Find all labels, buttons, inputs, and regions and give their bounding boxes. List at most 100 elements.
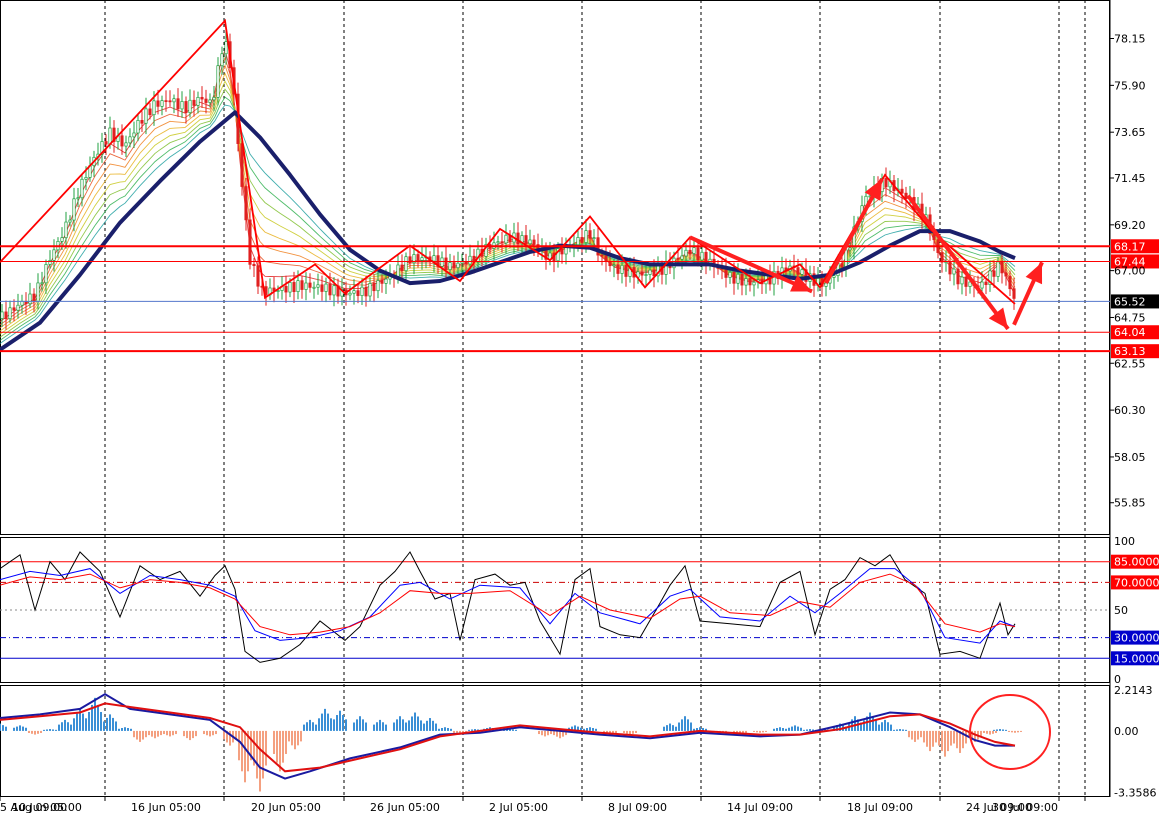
stoch-level-label-15.0000: 15.0000	[1114, 652, 1159, 665]
macd-hist-bar	[13, 727, 15, 731]
candle-body	[108, 127, 112, 145]
candle-body	[832, 275, 836, 278]
candle-body	[52, 249, 56, 261]
candle-body	[420, 257, 424, 261]
macd-hist-bar	[100, 712, 102, 731]
candle-body	[360, 286, 364, 296]
candle-body	[300, 280, 304, 290]
macd-hist-bar	[550, 730, 552, 735]
macd-hist-bar	[926, 730, 928, 747]
stoch-level-label-70.0000: 70.0000	[1114, 576, 1159, 589]
macd-hist-bar	[626, 730, 628, 734]
candle-body	[696, 247, 700, 261]
macd-hist-bar	[139, 730, 141, 742]
macd-hist-bar	[256, 730, 258, 779]
candle-body	[80, 178, 84, 199]
macd-hist-bar	[142, 730, 144, 740]
price-tick-label: 58.05	[1114, 451, 1146, 464]
candle-body	[900, 188, 904, 194]
chart-root: 68.17 67.44 64.04 63.13 65.52 78.15 75.90 73.65…	[0, 0, 1159, 816]
candle-body	[308, 282, 312, 288]
macd-hist-bar	[920, 730, 922, 738]
candle-body	[256, 265, 260, 287]
macd-hist-bar	[379, 719, 381, 731]
candle-body	[400, 264, 404, 272]
macd-hist-bar	[333, 719, 335, 731]
candle-body	[692, 247, 696, 254]
macd-hist-bar	[166, 730, 168, 736]
candle-body	[312, 286, 316, 289]
candle-body	[164, 100, 168, 102]
macd-hist-bar	[615, 730, 617, 733]
candle-body	[748, 278, 752, 286]
macd-hist-bar	[353, 722, 355, 731]
macd-hist-bar	[950, 730, 952, 746]
macd-hist-bar	[672, 725, 674, 731]
macd-hist-bar	[288, 730, 290, 742]
macd-hist-bar	[244, 730, 246, 783]
macd-hist-bar	[282, 730, 284, 763]
macd-hist-bar	[112, 717, 114, 731]
candle-body	[136, 120, 140, 134]
macd-hist-bar	[172, 730, 174, 736]
macd-hist-bar	[109, 714, 111, 731]
candle-body	[844, 249, 848, 268]
macd-hist-bar	[64, 719, 66, 731]
macd-hist-bar	[212, 730, 214, 736]
macd-hist-bar	[46, 729, 48, 731]
candle-body	[384, 278, 388, 284]
macd-hist-bar	[73, 718, 75, 731]
candle-body	[744, 278, 748, 286]
macd-hist-bar	[444, 727, 446, 731]
candle-body	[16, 304, 20, 311]
macd-hist-bar	[791, 726, 793, 731]
macd-hist-bar	[438, 728, 440, 731]
macd-hist-bar	[887, 722, 889, 731]
macd-hist-bar	[995, 730, 997, 733]
macd-hist-bar	[291, 730, 293, 746]
macd-hist-bar	[687, 719, 689, 731]
macd-hist-bar	[417, 716, 419, 731]
candle-body	[432, 255, 436, 262]
candle-body	[0, 311, 4, 319]
candle-body	[44, 264, 48, 284]
macd-hist-bar	[938, 730, 940, 746]
candle-body	[980, 281, 984, 289]
macd-hist-bar	[959, 730, 961, 753]
macd-hist-bar	[130, 728, 132, 731]
macd-hist-bar	[55, 729, 57, 731]
candle-body	[496, 241, 500, 244]
macd-hist-bar	[788, 727, 790, 731]
macd-hist-bar	[189, 730, 191, 741]
candle-body	[644, 274, 648, 276]
macd-hist-bar	[515, 729, 517, 731]
macd-hist-bar	[623, 730, 625, 733]
candle-body	[324, 283, 328, 292]
macd-hist-bar	[468, 729, 470, 731]
macd-hist-bar	[396, 719, 398, 731]
candle-body	[504, 234, 508, 244]
candle-body	[68, 219, 72, 223]
macd-hist-bar	[559, 730, 561, 739]
candle-body	[1012, 288, 1016, 299]
candle-body	[952, 268, 956, 275]
level-label-68.17: 68.17	[1114, 240, 1146, 253]
candle-body	[404, 256, 408, 272]
macd-hist-bar	[154, 730, 156, 739]
macd-hist-bar	[330, 718, 332, 731]
x-tick-label: 30 Jul 09:00	[992, 801, 1058, 814]
macd-hist-bar	[1020, 730, 1022, 732]
candle-body	[372, 283, 376, 292]
x-tick-label: 18 Jul 09:00	[847, 801, 913, 814]
macd-hist-bar	[447, 728, 449, 731]
candle-body	[448, 262, 452, 270]
candle-body	[992, 270, 996, 277]
candle-body	[704, 251, 708, 265]
macd-hist-bar	[300, 730, 302, 742]
price-tick-label: 71.45	[1114, 172, 1146, 185]
macd-hist-bar	[929, 730, 931, 752]
macd-hist-bar	[635, 730, 637, 733]
candle-body	[64, 221, 68, 239]
macd-hist-bar	[136, 730, 138, 740]
macd-hist-bar	[25, 727, 27, 731]
